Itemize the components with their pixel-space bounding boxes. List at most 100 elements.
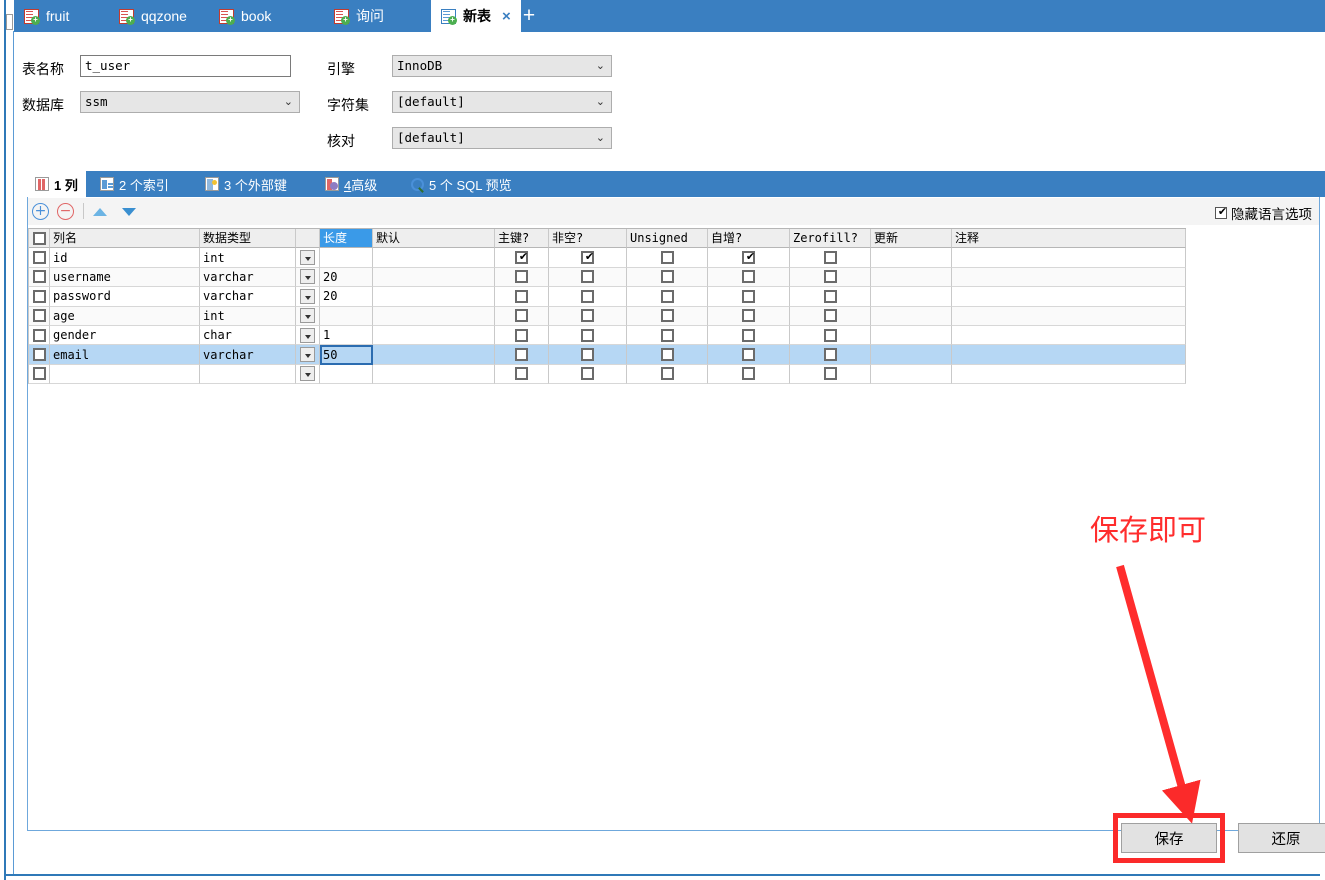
cell-comment[interactable]	[952, 248, 1186, 268]
cell-zerofill[interactable]	[790, 306, 871, 326]
table-row[interactable]: email varchar 50	[29, 345, 1186, 365]
inner-tab-2[interactable]: 2 个索引	[92, 171, 177, 197]
cell-type[interactable]: int	[200, 306, 296, 326]
cell-zerofill[interactable]	[790, 325, 871, 346]
grid-header-unsigned[interactable]: Unsigned	[627, 229, 708, 249]
cell-update[interactable]	[871, 364, 952, 385]
cell-typesel[interactable]	[296, 248, 320, 268]
row-select-checkbox[interactable]	[33, 289, 46, 303]
cell-typesel[interactable]	[296, 287, 320, 307]
tab-0[interactable]: + fruit	[14, 0, 79, 32]
cell-unsigned[interactable]	[627, 287, 708, 307]
grid-header-length[interactable]: 长度	[320, 229, 373, 249]
cell-typesel[interactable]	[296, 306, 320, 326]
cell-comment[interactable]	[952, 364, 1186, 385]
autoinc-checkbox[interactable]	[742, 250, 757, 265]
pk-checkbox[interactable]	[515, 309, 528, 323]
notnull-checkbox[interactable]	[581, 348, 594, 362]
cell-notnull[interactable]	[549, 364, 627, 385]
cell-pk[interactable]	[495, 325, 549, 346]
cell-check[interactable]	[29, 287, 50, 307]
cell-comment[interactable]	[952, 267, 1186, 288]
cell-autoinc[interactable]	[708, 325, 790, 346]
notnull-checkbox[interactable]	[581, 289, 594, 303]
autoinc-checkbox[interactable]	[742, 348, 755, 362]
cell-update[interactable]	[871, 306, 952, 326]
notnull-checkbox[interactable]	[581, 250, 596, 265]
grid-header-comment[interactable]: 注释	[952, 229, 1186, 249]
cell-notnull[interactable]	[549, 306, 627, 326]
notnull-checkbox[interactable]	[581, 270, 594, 284]
grid-header-pk[interactable]: 主键?	[495, 229, 549, 249]
row-select-checkbox[interactable]	[33, 251, 46, 265]
cell-default[interactable]	[373, 287, 495, 307]
cell-type[interactable]: char	[200, 325, 296, 346]
cell-notnull[interactable]	[549, 287, 627, 307]
cell-update[interactable]	[871, 287, 952, 307]
cell-update[interactable]	[871, 248, 952, 268]
cell-check[interactable]	[29, 248, 50, 268]
cell-typesel[interactable]	[296, 325, 320, 346]
cell-check[interactable]	[29, 267, 50, 288]
cell-comment[interactable]	[952, 325, 1186, 346]
cell-name[interactable]: email	[50, 345, 200, 365]
autoinc-checkbox[interactable]	[742, 367, 755, 381]
zerofill-checkbox[interactable]	[823, 289, 837, 303]
inner-tab-3[interactable]: 3 个外部键	[197, 171, 295, 197]
cell-unsigned[interactable]	[627, 267, 708, 288]
autoinc-checkbox[interactable]	[742, 309, 755, 323]
grid-header-update[interactable]: 更新	[871, 229, 952, 249]
add-column-button[interactable]: +	[32, 203, 49, 220]
tab-2[interactable]: + book	[209, 0, 281, 32]
new-tab-button[interactable]: +	[514, 0, 544, 32]
cell-length[interactable]	[320, 364, 373, 385]
row-select-checkbox[interactable]	[33, 309, 46, 323]
unsigned-checkbox[interactable]	[660, 348, 674, 362]
cell-name[interactable]	[50, 364, 200, 385]
notnull-checkbox[interactable]	[581, 309, 594, 323]
pk-checkbox[interactable]	[515, 367, 528, 381]
collation-select[interactable]: [default] ⌄	[392, 127, 612, 149]
notnull-checkbox[interactable]	[581, 367, 594, 381]
table-row[interactable]	[29, 364, 1186, 385]
grid-header-zerofill[interactable]: Zerofill?	[790, 229, 871, 249]
cell-autoinc[interactable]	[708, 345, 790, 365]
zerofill-checkbox[interactable]	[823, 367, 837, 381]
cell-zerofill[interactable]	[790, 364, 871, 385]
pk-checkbox[interactable]	[515, 348, 528, 362]
data-type-dropdown-button[interactable]	[300, 288, 315, 304]
zerofill-checkbox[interactable]	[823, 328, 837, 342]
cell-name[interactable]: id	[50, 248, 200, 268]
cell-unsigned[interactable]	[627, 364, 708, 385]
cell-autoinc[interactable]	[708, 287, 790, 307]
grid-header-autoinc[interactable]: 自增?	[708, 229, 790, 249]
grid-header-check[interactable]	[29, 229, 50, 249]
grid-header-name[interactable]: 列名	[50, 229, 200, 249]
cell-autoinc[interactable]	[708, 364, 790, 385]
cell-typesel[interactable]	[296, 267, 320, 288]
row-select-checkbox[interactable]	[33, 348, 46, 362]
cell-autoinc[interactable]	[708, 306, 790, 326]
cell-default[interactable]	[373, 306, 495, 326]
unsigned-checkbox[interactable]	[660, 270, 674, 284]
unsigned-checkbox[interactable]	[660, 328, 674, 342]
cell-check[interactable]	[29, 306, 50, 326]
table-row[interactable]: id int	[29, 248, 1186, 268]
table-row[interactable]: gender char 1	[29, 325, 1186, 346]
table-row[interactable]: password varchar 20	[29, 287, 1186, 307]
data-type-dropdown-button[interactable]	[300, 327, 315, 343]
cell-length[interactable]: 20	[320, 267, 373, 288]
cell-default[interactable]	[373, 267, 495, 288]
inner-tab-5[interactable]: 5 个 SQL 预览	[402, 171, 520, 197]
data-type-dropdown-button[interactable]	[300, 347, 315, 363]
cell-notnull[interactable]	[549, 325, 627, 346]
revert-button[interactable]: 还原	[1238, 823, 1325, 853]
table-name-input[interactable]: t_user	[80, 55, 291, 77]
cell-name[interactable]: password	[50, 287, 200, 307]
cell-check[interactable]	[29, 364, 50, 385]
pk-checkbox[interactable]	[515, 250, 530, 265]
cell-type[interactable]	[200, 364, 296, 385]
move-down-arrow[interactable]	[122, 208, 136, 216]
cell-typesel[interactable]	[296, 345, 320, 365]
pk-checkbox[interactable]	[515, 328, 528, 342]
